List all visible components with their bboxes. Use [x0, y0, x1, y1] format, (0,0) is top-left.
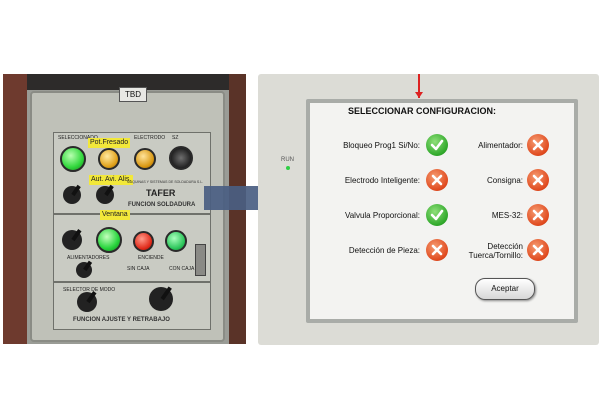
mid-label-con-caja: CON CAJA — [169, 266, 195, 272]
selector-switch-6[interactable] — [149, 287, 173, 311]
row-label-deteccion-tuerca-line1: Detección — [487, 242, 523, 251]
accept-button[interactable]: Aceptar — [475, 278, 535, 300]
yellow-label-ventana: Ventana — [100, 210, 130, 220]
selector-switch-3[interactable] — [62, 230, 82, 250]
mid-label-sin-caja: SIN CAJA — [127, 266, 150, 272]
yellow-button-1[interactable] — [98, 148, 120, 170]
cross-glyph — [532, 139, 544, 151]
function-ajuste-label: FUNCION AJUSTE Y RETRABAJO — [73, 317, 170, 323]
row-label-deteccion-tuerca: Detección Tuerca/Tornillo: — [469, 242, 523, 260]
cabinet-frame-left — [3, 74, 27, 344]
green-lamp-button[interactable] — [60, 146, 86, 172]
selector-switch-1[interactable] — [63, 186, 81, 204]
mid-label-enciende: ENCIENDE — [138, 255, 164, 261]
selector-switch-2[interactable] — [96, 186, 114, 204]
cross-icon-alimentador[interactable] — [527, 134, 549, 156]
row-label-deteccion-pieza: Detección de Pieza: — [348, 246, 420, 255]
top-label-3: ELECTRODO — [134, 135, 166, 141]
check-icon-valvula[interactable] — [426, 204, 448, 226]
top-label-4: SZ — [172, 135, 179, 141]
row-label-valvula: Valvula Proporcional: — [344, 211, 420, 220]
row-label-bloqueo: Bloqueo Prog1 Si/No: — [343, 141, 420, 150]
selector-switch-5[interactable] — [77, 292, 97, 312]
run-label: RUN — [281, 157, 294, 163]
connector-port — [195, 244, 206, 276]
yellow-button-2[interactable] — [134, 148, 156, 170]
yellow-label-pot-fresado: Pot.Fresado — [88, 138, 131, 148]
cabinet-tag: TBD — [119, 87, 147, 102]
cross-glyph — [532, 174, 544, 186]
brand-subtitle: MAQUINAS Y SISTEMAS DE SOLDADURA S.L. — [127, 180, 204, 184]
run-led-icon — [286, 166, 290, 170]
row-label-deteccion-tuerca-line2: Tuerca/Tornillo: — [468, 251, 523, 260]
cross-icon-electrodo[interactable] — [426, 169, 448, 191]
green-lamp-button-2[interactable] — [96, 227, 122, 253]
cross-icon-deteccion-pieza[interactable] — [426, 239, 448, 261]
row-label-consigna: Consigna: — [486, 176, 523, 185]
red-marker-arrow — [415, 74, 423, 98]
selector-switch-4[interactable] — [76, 262, 92, 278]
check-glyph — [430, 139, 444, 151]
row-label-alimentador: Alimentador: — [478, 141, 523, 150]
cross-glyph — [532, 244, 544, 256]
row-label-electrodo: Electrodo Inteligente: — [344, 176, 420, 185]
grey-knob-button[interactable] — [169, 146, 193, 170]
red-button[interactable] — [133, 231, 154, 252]
check-icon-bloqueo[interactable] — [426, 134, 448, 156]
cross-glyph — [532, 209, 544, 221]
check-glyph — [430, 209, 444, 221]
cross-glyph — [431, 174, 443, 186]
config-title: SELECCIONAR CONFIGURACION: — [348, 106, 496, 116]
function-soldadura-label: FUNCION SOLDADURA — [128, 202, 196, 208]
cross-icon-deteccion-tuerca[interactable] — [527, 239, 549, 261]
row-label-mes32: MES-32: — [491, 211, 523, 220]
brand-logo-text: TAFER — [146, 188, 176, 198]
green-button-3[interactable] — [165, 230, 187, 252]
cross-icon-mes32[interactable] — [527, 204, 549, 226]
cross-glyph — [431, 244, 443, 256]
cross-icon-consigna[interactable] — [527, 169, 549, 191]
